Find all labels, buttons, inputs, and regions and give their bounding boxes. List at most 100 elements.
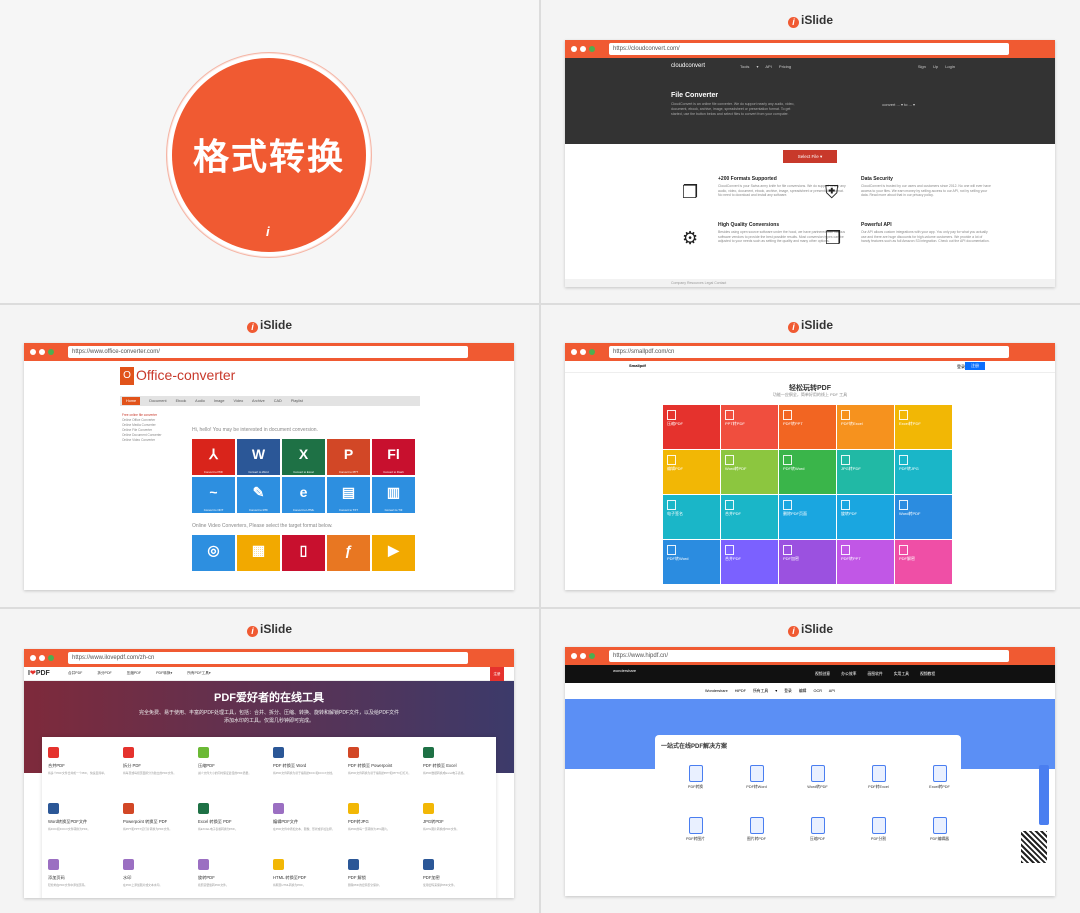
- browser-bar: https://smallpdf.com/cn: [565, 343, 1055, 361]
- sp-tool-tile[interactable]: PDF转Word: [663, 540, 720, 584]
- convert-ppt-tile[interactable]: P Convert to PPT: [327, 439, 370, 475]
- sp-tool-tile[interactable]: 删除PDF页面: [779, 495, 836, 539]
- oc-row-docs2: ~ Convert to ODT ✎ Convert to RTF e Convert…: [192, 477, 415, 513]
- hp-tool-item[interactable]: PDF转Word: [726, 765, 787, 817]
- hp-subnav[interactable]: Wondershare HiPDF 所有工具 ▾ 登录 编辑 OCR API: [565, 683, 1055, 699]
- sp-tool-tile[interactable]: 合并PDF: [721, 540, 778, 584]
- il-tool-item[interactable]: 压缩PDF 减少文件大小的同时保证最佳的PDF质量。: [198, 747, 273, 803]
- signup-button[interactable]: 注册: [965, 362, 985, 370]
- hp-menu[interactable]: 视频创意 办公效率 画图软件 实用工具 视频教程: [815, 665, 935, 683]
- convert-flash-tile[interactable]: Fl Convert to Flash: [372, 439, 415, 475]
- il-tool-item[interactable]: HTML 转换至PDF 将网页HTML转换为PDF。: [273, 859, 348, 898]
- cc-desc: CloudConvert is an online file converter…: [671, 102, 795, 116]
- il-tool-item[interactable]: 旋转PDF 按照需要旋转PDF文件。: [198, 859, 273, 898]
- sp-tool-tile[interactable]: Word转PDF: [895, 495, 952, 539]
- address-bar[interactable]: https://www.office-converter.com/: [68, 346, 468, 358]
- convert-tif-tile[interactable]: ▥ Convert to TIF: [372, 477, 415, 513]
- il-tool-item[interactable]: PDF转JPG 将PDF的每一页转换为JPG图片。: [348, 803, 423, 859]
- login-link[interactable]: 登录: [957, 364, 965, 370]
- il-tool-item[interactable]: PDF 转换至 Excel 将PDF数据转换成Excel电子表格。: [423, 747, 498, 803]
- oc-prompt-video: Online Video Converters, Please select t…: [192, 523, 333, 529]
- hp-tool-item[interactable]: Word转PDF: [787, 765, 848, 817]
- il-tool-item[interactable]: PDF 转换至 Powerpoint 将PDF文件转换为易于编辑的PPT和PPTX…: [348, 747, 423, 803]
- wondershare-logo[interactable]: wondershare: [613, 668, 636, 673]
- il-tool-item[interactable]: 水印 在PDF上添加图片或文本水印。: [123, 859, 198, 898]
- sp-tool-tile[interactable]: JPG转PDF: [837, 450, 894, 494]
- il-nav[interactable]: 合并PDF 拆分PDF 压缩PDF PDF转换▾ 所有PDF工具▾: [68, 671, 211, 676]
- cover-mark: i: [266, 224, 270, 239]
- sp-logo[interactable]: Smallpdf: [629, 363, 646, 368]
- convert-rtf-tile[interactable]: ✎ Convert to RTF: [237, 477, 280, 513]
- convert-excel-tile[interactable]: X Convert to Excel: [282, 439, 325, 475]
- sp-tool-tile[interactable]: PDF解密: [895, 540, 952, 584]
- convert-word-tile[interactable]: W Convert to Word: [237, 439, 280, 475]
- hp-tool-item[interactable]: 图片转PDF: [726, 817, 787, 869]
- sp-tool-tile[interactable]: PDF转PPT: [837, 540, 894, 584]
- il-tool-item[interactable]: Powerpoint 转换至 PDF 将PPT和PPTX幻灯片转换为PDF文件。: [123, 803, 198, 859]
- sp-tool-tile[interactable]: PDF转PPT: [779, 405, 836, 449]
- video-tile[interactable]: ƒ: [327, 535, 370, 571]
- il-tool-item[interactable]: 合并PDF 将多个PDF文件合并成一个PDF，快速且简单。: [48, 747, 123, 803]
- sp-tool-tile[interactable]: PDF转Word: [779, 450, 836, 494]
- hp-tool-item[interactable]: 压缩PDF: [787, 817, 848, 869]
- sp-tool-tile[interactable]: 压缩PDF: [663, 405, 720, 449]
- sp-tool-tile[interactable]: PDF加密: [779, 540, 836, 584]
- sp-tool-tile[interactable]: PPT转PDF: [721, 405, 778, 449]
- select-file-button[interactable]: Select File ▾: [783, 150, 837, 163]
- il-tool-item[interactable]: 添加页码 轻松地在PDF文件中添加页码。: [48, 859, 123, 898]
- video-tile[interactable]: ◎: [192, 535, 235, 571]
- il-tool-item[interactable]: Word转换至PDF文件 将DOC和DOCX文件转换为PDF。: [48, 803, 123, 859]
- sp-tool-grid: 压缩PDF PPT转PDF PDF转PPT PDF转Excel Excel转PDF 编辑P…: [663, 405, 952, 584]
- convert-select[interactable]: convert ... ▾ to ... ▾: [882, 102, 915, 107]
- video-tile[interactable]: ▯: [282, 535, 325, 571]
- hp-side-toolbar[interactable]: [1039, 765, 1049, 825]
- il-header: I❤PDF 合并PDF 拆分PDF 压缩PDF PDF转换▾ 所有PDF工具▾ …: [24, 667, 514, 681]
- sp-tool-tile[interactable]: 电子签名: [663, 495, 720, 539]
- hp-tool-item[interactable]: PDF分割: [848, 817, 909, 869]
- il-tool-item[interactable]: PDF 解锁 删除PDF的密码安全保护。: [348, 859, 423, 898]
- sp-tool-tile[interactable]: PDF转JPG: [895, 450, 952, 494]
- hp-tool-item[interactable]: PDF转换: [665, 765, 726, 817]
- address-bar[interactable]: https://smallpdf.com/cn: [609, 346, 1009, 358]
- hp-tool-item[interactable]: PDF转图片: [665, 817, 726, 869]
- sp-tool-tile[interactable]: 编辑PDF: [663, 450, 720, 494]
- oc-nav[interactable]: Home Document Ebook Audio Image Video Ar…: [120, 396, 420, 406]
- convert-odt-tile[interactable]: ~ Convert to ODT: [192, 477, 235, 513]
- cloudconvert-panel: i iSlide https://cloudconvert.com/ cloudc…: [541, 0, 1080, 303]
- cc-logo[interactable]: cloudconvert: [671, 63, 705, 69]
- sp-tool-tile[interactable]: PDF转Excel: [837, 405, 894, 449]
- sp-tool-tile[interactable]: 合并PDF: [721, 495, 778, 539]
- il-tool-item[interactable]: 编辑PDF文件 在PDF文件中添加文本、图像、形状或手绘注释。: [273, 803, 348, 859]
- il-tool-item[interactable]: JPG转PDF 将JPG图片转换成PDF文件。: [423, 803, 498, 859]
- window-dot-icon: [589, 349, 595, 355]
- nav-home[interactable]: Home: [122, 397, 141, 405]
- address-bar[interactable]: https://www.ilovepdf.com/zh-cn: [68, 652, 468, 664]
- convert-pdf-tile[interactable]: ⅄ Convert to PDF: [192, 439, 235, 475]
- video-tile[interactable]: ▶: [372, 535, 415, 571]
- il-tool-item[interactable]: Excel 转换至 PDF 将EXCEL电子表格转换为PDF。: [198, 803, 273, 859]
- sp-tool-tile[interactable]: Word转PDF: [721, 450, 778, 494]
- signup-button[interactable]: 注册: [490, 667, 504, 681]
- cover-title: 格式转换: [192, 136, 345, 177]
- islide-icon: i: [246, 626, 258, 637]
- sp-tool-tile[interactable]: Excel转PDF: [895, 405, 952, 449]
- hp-tools-card: 一站式在线PDF解决方案 PDF转换 PDF转Word Word转PDF PDF转Ex…: [655, 735, 961, 896]
- il-tool-item[interactable]: 拆分 PDF 将每页或每组页面拆分为独立的PDF文件。: [123, 747, 198, 803]
- cc-auth[interactable]: Sign Up Login: [918, 64, 955, 69]
- address-bar[interactable]: https://cloudconvert.com/: [609, 43, 1009, 55]
- hp-tool-item[interactable]: PDF转Excel: [848, 765, 909, 817]
- hp-tool-item[interactable]: PDF编辑器: [909, 817, 970, 869]
- il-tool-item[interactable]: PDF加密 使用密码来保护PDF文件。: [423, 859, 498, 898]
- sp-subtitle: 功能一应俱全，简单好用的线上 PDF 工具: [772, 392, 848, 397]
- browser-window: https://www.office-converter.com/ O Offic…: [24, 343, 514, 590]
- oc-logo[interactable]: O Office-converter: [120, 367, 235, 386]
- hp-tool-item[interactable]: Excel转PDF: [909, 765, 970, 817]
- video-tile[interactable]: ▦: [237, 535, 280, 571]
- il-tool-item[interactable]: PDF 转换至 Word 将PDF文件转换为易于编辑的DOC和DOCX文档。: [273, 747, 348, 803]
- cc-nav[interactable]: Tools ▾ API Pricing: [740, 64, 791, 69]
- convert-txt-tile[interactable]: ▤ Convert to TXT: [327, 477, 370, 513]
- convert-html-tile[interactable]: e Convert to HTML: [282, 477, 325, 513]
- ilovepdf-logo[interactable]: I❤PDF: [28, 669, 50, 677]
- sp-tool-tile[interactable]: 旋转PDF: [837, 495, 894, 539]
- address-bar[interactable]: https://www.hipdf.cn/: [609, 650, 1009, 662]
